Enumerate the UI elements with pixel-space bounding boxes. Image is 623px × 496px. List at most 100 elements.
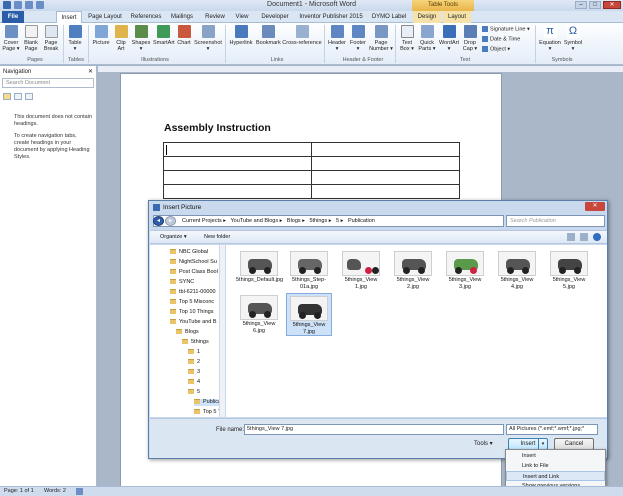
- cover-page-button[interactable]: Cover Page ▾: [2, 25, 20, 52]
- tree-item[interactable]: 2: [188, 359, 200, 366]
- menu-item-insert[interactable]: Insert: [506, 451, 605, 461]
- browse-headings-icon[interactable]: [3, 93, 11, 100]
- tree-item[interactable]: YouTube and B: [170, 319, 217, 326]
- tree-item[interactable]: 5things: [182, 339, 209, 346]
- picture-button[interactable]: Picture: [91, 25, 111, 46]
- tab-references[interactable]: References: [128, 11, 164, 23]
- header-button[interactable]: Header ▾: [327, 25, 347, 52]
- shapes-button[interactable]: Shapes ▾: [131, 25, 151, 52]
- tab-file[interactable]: File: [2, 11, 24, 23]
- search-publication-input[interactable]: Search Publication: [506, 215, 605, 227]
- breadcrumb-item[interactable]: Current Projects ▸: [182, 218, 226, 224]
- table-cell[interactable]: [311, 156, 460, 171]
- screenshot-button[interactable]: Screenshot ▾: [194, 25, 222, 52]
- tree-item[interactable]: NightSchool Su: [170, 259, 217, 266]
- tree-item[interactable]: 4: [188, 379, 200, 386]
- tree-scrollbar[interactable]: [219, 245, 225, 417]
- file-item-selected[interactable]: 5things_View 7.jpg: [286, 293, 332, 336]
- file-item[interactable]: 5things_View 3.jpg: [442, 249, 488, 290]
- table-cell[interactable]: [163, 170, 312, 185]
- file-type-filter[interactable]: All Pictures (*.emf;*.wmf;*.jpg;*: [506, 424, 598, 435]
- tab-dymo-label[interactable]: DYMO Label: [369, 11, 409, 23]
- symbol-button[interactable]: Ω Symbol ▾: [563, 25, 583, 52]
- file-item[interactable]: 5things_View 4.jpg: [494, 249, 540, 290]
- tree-item[interactable]: Top 5 T: [194, 409, 221, 416]
- signature-line-button[interactable]: Signature Line ▾: [482, 26, 530, 32]
- equation-button[interactable]: π Equation ▾: [538, 25, 562, 52]
- breadcrumb-item[interactable]: Publication: [348, 218, 375, 224]
- table-cell[interactable]: [163, 184, 312, 199]
- quick-parts-button[interactable]: Quick Parts ▾: [417, 25, 437, 52]
- tree-item[interactable]: 3: [188, 369, 200, 376]
- page-break-button[interactable]: Page Break: [42, 25, 60, 52]
- menu-item-insert-and-link[interactable]: Insert and Link: [506, 471, 605, 481]
- object-button[interactable]: Object ▾: [482, 46, 510, 52]
- tree-item[interactable]: 1: [188, 349, 200, 356]
- smartart-button[interactable]: SmartArt: [153, 25, 175, 46]
- table-cell[interactable]: [311, 142, 460, 157]
- tree-item[interactable]: Blogs: [176, 329, 199, 336]
- file-item[interactable]: 5things_View 1.jpg: [338, 249, 384, 290]
- tab-insert[interactable]: Insert: [56, 11, 82, 23]
- page-count[interactable]: Page: 1 of 1: [4, 487, 34, 496]
- table-cell[interactable]: [163, 142, 312, 157]
- tools-button[interactable]: Tools ▾: [474, 440, 493, 447]
- file-item[interactable]: 5things_Default.jpg: [236, 249, 283, 284]
- search-document-input[interactable]: Search Document: [2, 78, 94, 88]
- tab-developer[interactable]: Developer: [256, 11, 294, 23]
- file-item[interactable]: 5things_View 5.jpg: [546, 249, 592, 290]
- tab-page-layout[interactable]: Page Layout: [86, 11, 124, 23]
- page-number-button[interactable]: Page Number ▾: [369, 25, 393, 52]
- table-button[interactable]: Table ▾: [66, 25, 84, 52]
- tree-item[interactable]: NBC Global: [170, 249, 208, 256]
- blank-page-button[interactable]: Blank Page: [22, 25, 40, 52]
- organize-button[interactable]: Organize ▾: [160, 234, 187, 240]
- breadcrumb-item[interactable]: 5things ▸: [309, 218, 331, 224]
- minimize-icon[interactable]: –: [575, 1, 587, 9]
- file-item[interactable]: 5things_Step-01a.jpg: [286, 249, 332, 290]
- tab-view[interactable]: View: [232, 11, 252, 23]
- tab-layout[interactable]: Layout: [443, 11, 471, 23]
- back-arrow-icon[interactable]: ◂: [153, 216, 164, 226]
- document-table[interactable]: [163, 142, 460, 199]
- bookmark-button[interactable]: Bookmark: [256, 25, 281, 46]
- file-name-input[interactable]: 5things_View 7.jpg: [244, 424, 504, 435]
- browse-results-icon[interactable]: [25, 93, 33, 100]
- close-icon[interactable]: ✕: [88, 68, 93, 75]
- maximize-icon[interactable]: □: [589, 1, 601, 9]
- chevron-down-icon[interactable]: ▾: [538, 439, 547, 449]
- browse-pages-icon[interactable]: [14, 93, 22, 100]
- hyperlink-button[interactable]: Hyperlink: [228, 25, 254, 46]
- help-icon[interactable]: [593, 233, 601, 241]
- clip-art-button[interactable]: Clip Art: [113, 25, 129, 52]
- tab-mailings[interactable]: Mailings: [167, 11, 197, 23]
- drop-cap-button[interactable]: Drop Cap ▾: [461, 25, 479, 52]
- tab-inventor-publisher[interactable]: Inventor Publisher 2015: [297, 11, 365, 23]
- new-folder-button[interactable]: New folder: [204, 234, 230, 240]
- preview-pane-icon[interactable]: [580, 233, 588, 241]
- change-view-icon[interactable]: [567, 233, 575, 241]
- tree-item[interactable]: tbl-6211-00000: [170, 289, 216, 296]
- tree-item[interactable]: Top 5 Misconc: [170, 299, 214, 306]
- close-icon[interactable]: ✕: [585, 202, 605, 211]
- file-item[interactable]: 5things_View 6.jpg: [236, 293, 282, 334]
- tab-review[interactable]: Review: [201, 11, 229, 23]
- tab-design[interactable]: Design: [413, 11, 441, 23]
- wordart-button[interactable]: WordArt ▾: [438, 25, 460, 52]
- table-cell[interactable]: [311, 170, 460, 185]
- tree-item[interactable]: Top 10 Things: [170, 309, 213, 316]
- chart-button[interactable]: Chart: [176, 25, 192, 46]
- tree-item[interactable]: Post Class Bool: [170, 269, 218, 276]
- table-cell[interactable]: [163, 156, 312, 171]
- breadcrumb-item[interactable]: YouTube and Blogs ▸: [230, 218, 282, 224]
- document-heading[interactable]: Assembly Instruction: [164, 122, 271, 134]
- tree-item[interactable]: SYNC: [170, 279, 194, 286]
- table-cell[interactable]: [311, 184, 460, 199]
- file-item[interactable]: 5things_View 2.jpg: [390, 249, 436, 290]
- text-box-button[interactable]: Text Box ▾: [398, 25, 416, 52]
- proofing-icon[interactable]: [76, 488, 83, 495]
- date-time-button[interactable]: Date & Time: [482, 36, 520, 42]
- tree-item-selected[interactable]: Publica: [194, 399, 222, 406]
- footer-button[interactable]: Footer ▾: [348, 25, 368, 52]
- breadcrumb-item[interactable]: 5 ▸: [336, 218, 343, 224]
